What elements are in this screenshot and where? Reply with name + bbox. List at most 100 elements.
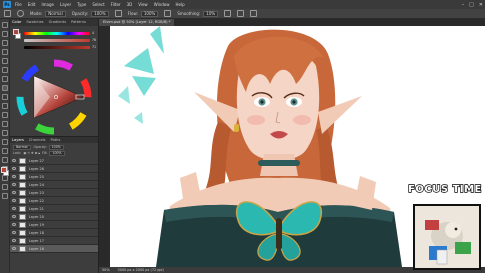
lasso-tool-icon[interactable] — [2, 40, 8, 46]
crop-tool-icon[interactable] — [2, 58, 8, 64]
menu-3d[interactable]: 3D — [127, 0, 133, 9]
gradient-tool-icon[interactable] — [2, 121, 8, 127]
layer-name[interactable]: Layer 25 — [29, 175, 44, 179]
layer-row[interactable]: Layer 20 — [10, 213, 98, 221]
layer-name[interactable]: Layer 16 — [29, 247, 44, 251]
layer-name[interactable]: Layer 27 — [29, 159, 44, 163]
eraser-tool-icon[interactable] — [2, 112, 8, 118]
menu-help[interactable]: Help — [175, 0, 184, 9]
saturation-slider[interactable] — [24, 39, 90, 42]
layer-name[interactable]: Layer 18 — [29, 231, 44, 235]
tab-channels[interactable]: Channels — [29, 137, 46, 144]
brightness-slider[interactable] — [24, 46, 90, 49]
blend-mode-select[interactable]: Normal — [13, 144, 31, 150]
move-tool-icon[interactable] — [2, 22, 8, 28]
type-tool-icon[interactable] — [2, 157, 8, 163]
eye-icon[interactable] — [12, 231, 16, 234]
layer-name[interactable]: Layer 22 — [29, 199, 44, 203]
brush-preset-icon[interactable] — [17, 10, 24, 17]
document-tab[interactable]: Elven.psd @ 50% (Layer 12, RGB/8) * — [99, 19, 175, 26]
layer-row[interactable]: Layer 21 — [10, 205, 98, 213]
eye-icon[interactable] — [12, 239, 16, 242]
layer-row[interactable]: Layer 23 — [10, 189, 98, 197]
menu-window[interactable]: Window — [154, 0, 170, 9]
menu-file[interactable]: File — [15, 0, 22, 9]
layer-name[interactable]: Layer 19 — [29, 223, 44, 227]
color-panel-foreground-swatch[interactable] — [13, 29, 19, 35]
brightness-value[interactable]: 71 — [92, 45, 98, 49]
eye-icon[interactable] — [12, 175, 16, 178]
layer-row[interactable]: Layer 19 — [10, 221, 98, 229]
layer-name[interactable]: Layer 21 — [29, 207, 44, 211]
tab-paths[interactable]: Paths — [51, 137, 61, 144]
hue-value[interactable]: 4 — [92, 31, 98, 35]
menu-edit[interactable]: Edit — [28, 0, 36, 9]
saturation-value[interactable]: 76 — [92, 38, 98, 42]
menu-image[interactable]: Image — [41, 0, 54, 9]
healing-tool-icon[interactable] — [2, 76, 8, 82]
menu-filter[interactable]: Filter — [111, 0, 121, 9]
color-panel-swatches[interactable] — [13, 29, 21, 39]
layer-row-selected[interactable]: Layer 16 — [10, 245, 98, 253]
eye-icon[interactable] — [12, 223, 16, 226]
foreground-color-swatch[interactable] — [1, 167, 7, 173]
layer-row[interactable]: Layer 27 — [10, 157, 98, 165]
close-button[interactable]: ✕ — [479, 2, 483, 8]
airbrush-icon[interactable] — [164, 10, 172, 17]
tab-gradients[interactable]: Gradients — [49, 19, 67, 26]
tab-layers[interactable]: Layers — [12, 137, 24, 144]
eye-icon[interactable] — [12, 159, 16, 162]
eye-icon[interactable] — [12, 167, 16, 170]
layer-name[interactable]: Layer 26 — [29, 167, 44, 171]
eye-icon[interactable] — [12, 207, 16, 210]
menu-select[interactable]: Select — [92, 0, 104, 9]
tab-patterns[interactable]: Patterns — [71, 19, 86, 26]
marquee-tool-icon[interactable] — [2, 31, 8, 37]
layer-row[interactable]: Layer 17 — [10, 237, 98, 245]
zoom-level[interactable]: 50% — [102, 268, 110, 272]
hue-slider[interactable] — [24, 32, 90, 35]
eye-icon[interactable] — [12, 199, 16, 202]
history-brush-tool-icon[interactable] — [2, 103, 8, 109]
layer-name[interactable]: Layer 17 — [29, 239, 44, 243]
lock-icon[interactable]: ▣ ✎ ✥ ⊠ 🔒︎ — [23, 151, 40, 155]
opacity-field[interactable]: 100% — [91, 10, 109, 17]
mode-select[interactable]: Normal — [45, 10, 66, 17]
menu-type[interactable]: Type — [77, 0, 86, 9]
smoothing-field[interactable]: 10% — [203, 10, 219, 17]
layer-opacity-field[interactable]: 100% — [48, 144, 64, 150]
layer-name[interactable]: Layer 23 — [29, 191, 44, 195]
flow-field[interactable]: 100% — [140, 10, 159, 17]
brush-tool-icon[interactable] — [4, 10, 11, 17]
eye-icon[interactable] — [12, 183, 16, 186]
layer-row[interactable]: Layer 18 — [10, 229, 98, 237]
pen-tool-icon[interactable] — [2, 148, 8, 154]
tab-swatches[interactable]: Swatches — [26, 19, 43, 26]
document-info[interactable]: 3000 px x 2000 px (72 ppi) — [118, 268, 164, 272]
minimize-button[interactable]: – — [462, 2, 465, 8]
pressure-size-icon[interactable] — [237, 10, 245, 17]
gear-icon[interactable] — [224, 10, 232, 17]
layer-row[interactable]: Layer 24 — [10, 181, 98, 189]
blur-tool-icon[interactable] — [2, 130, 8, 136]
layer-row[interactable]: Layer 26 — [10, 165, 98, 173]
layer-row[interactable]: Layer 25 — [10, 173, 98, 181]
pressure-opacity-icon[interactable] — [114, 10, 122, 17]
brush-tool-icon-side[interactable] — [2, 85, 8, 91]
eye-icon[interactable] — [12, 247, 16, 250]
layer-name[interactable]: Layer 24 — [29, 183, 44, 187]
dodge-tool-icon[interactable] — [2, 139, 8, 145]
menu-view[interactable]: View — [138, 0, 148, 9]
eye-icon[interactable] — [12, 215, 16, 218]
menu-layer[interactable]: Layer — [60, 0, 71, 9]
maximize-button[interactable]: □ — [469, 2, 474, 8]
clone-stamp-tool-icon[interactable] — [2, 94, 8, 100]
quick-select-tool-icon[interactable] — [2, 49, 8, 55]
hand-tool-icon[interactable] — [2, 184, 8, 190]
tab-color[interactable]: Color — [12, 19, 21, 26]
eye-icon[interactable] — [12, 191, 16, 194]
symmetry-icon[interactable] — [250, 10, 258, 17]
eyedropper-tool-icon[interactable] — [2, 67, 8, 73]
fill-field[interactable]: 100% — [49, 150, 65, 156]
layer-name[interactable]: Layer 20 — [29, 215, 44, 219]
